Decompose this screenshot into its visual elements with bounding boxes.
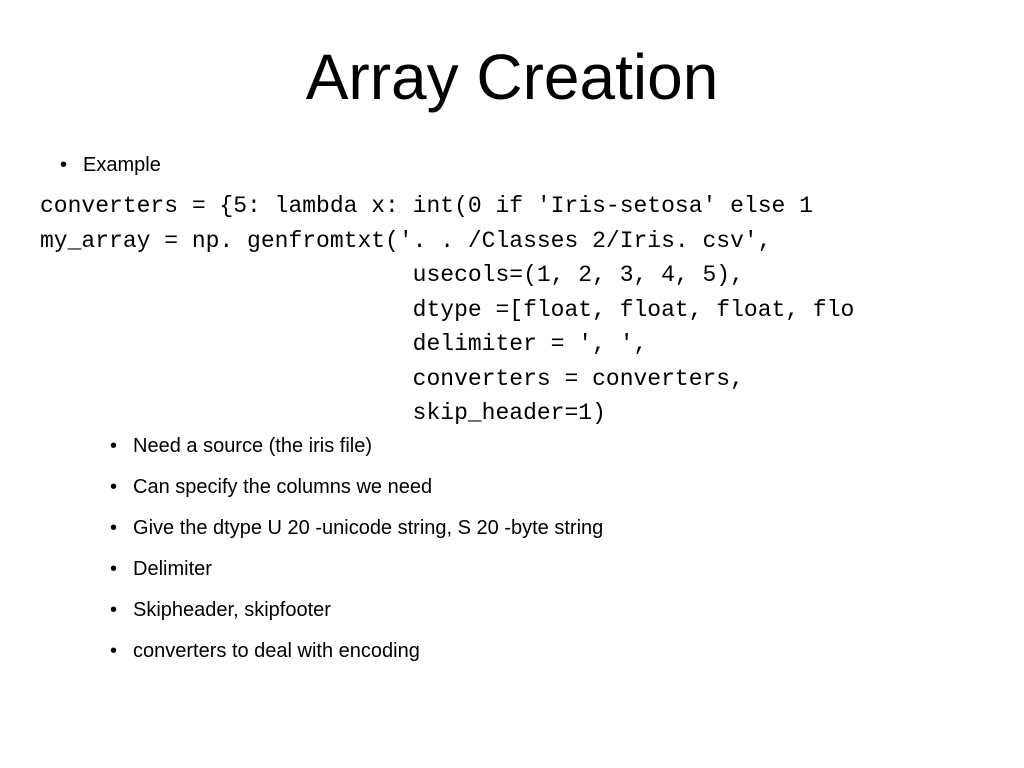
inner-bullet-0: Need a source (the iris file) [110, 435, 964, 458]
inner-bullet-text: Skipheader, skipfooter [133, 599, 331, 622]
inner-bullet-text: converters to deal with encoding [133, 640, 420, 663]
example-label-text: Example [83, 154, 161, 177]
inner-list: Need a source (the iris file) Can specif… [110, 435, 964, 663]
inner-bullet-text: Give the dtype U 20 -unicode string, S 2… [133, 517, 603, 540]
inner-bullet-5: converters to deal with encoding [110, 640, 964, 663]
slide-title: Array Creation [60, 40, 964, 114]
inner-bullet-text: Can specify the columns we need [133, 476, 432, 499]
example-label: Example [60, 154, 964, 177]
inner-bullet-text: Need a source (the iris file) [133, 435, 372, 458]
outer-list: Example [60, 154, 964, 177]
inner-bullet-1: Can specify the columns we need [110, 476, 964, 499]
code-block: converters = {5: lambda x: int(0 if 'Iri… [40, 189, 964, 431]
inner-bullet-4: Skipheader, skipfooter [110, 599, 964, 622]
inner-bullet-2: Give the dtype U 20 -unicode string, S 2… [110, 517, 964, 540]
inner-bullet-text: Delimiter [133, 558, 212, 581]
inner-bullet-3: Delimiter [110, 558, 964, 581]
